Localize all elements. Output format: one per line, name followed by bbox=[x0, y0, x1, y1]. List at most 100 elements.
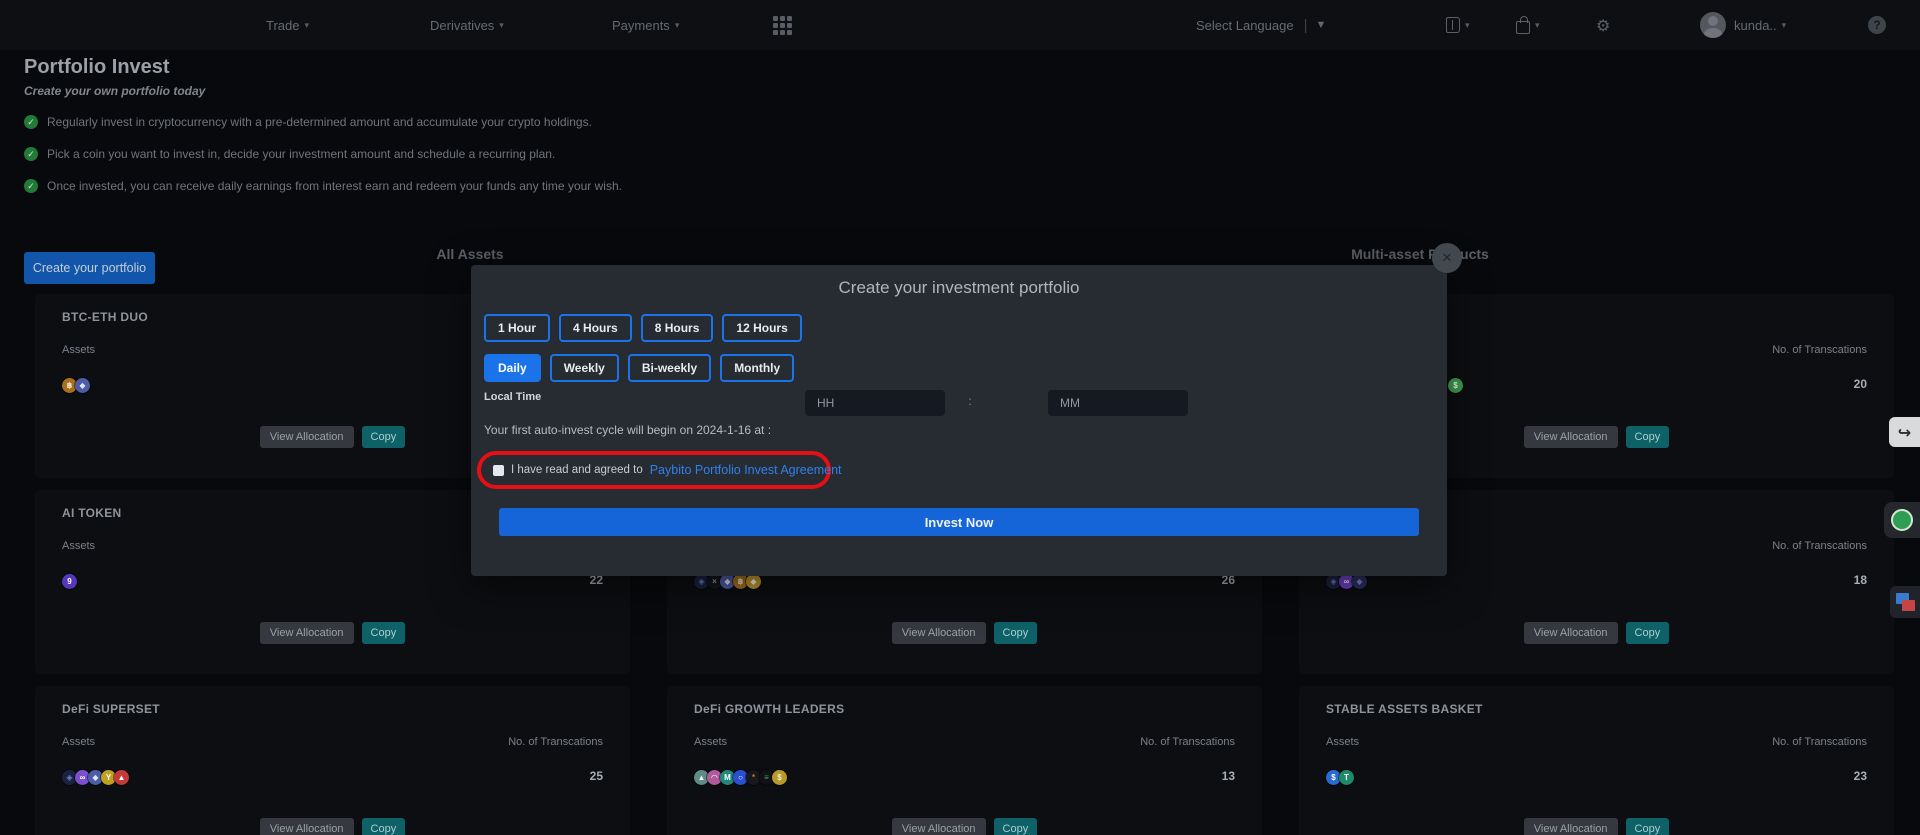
check-circle-icon: ✓ bbox=[24, 179, 38, 193]
asset-coin-row: ◈∞◆ bbox=[1326, 574, 1365, 589]
asset-coin-row: $ bbox=[1448, 378, 1461, 393]
copy-button[interactable]: Copy bbox=[994, 818, 1038, 835]
view-allocation-button[interactable]: View Allocation bbox=[1524, 818, 1618, 835]
copy-button[interactable]: Copy bbox=[362, 622, 406, 644]
bnb-coin-icon: ◆ bbox=[746, 574, 761, 589]
transactions-label: No. of Transcations bbox=[1140, 736, 1235, 748]
agreement-checkbox[interactable] bbox=[493, 465, 504, 476]
frequency-option-weekly[interactable]: Weekly bbox=[550, 354, 619, 382]
assets-label: Assets bbox=[1326, 736, 1359, 748]
card-name: DeFi GROWTH LEADERS bbox=[694, 702, 844, 716]
card-name: BTC-ETH DUO bbox=[62, 310, 148, 324]
grid-apps-icon[interactable] bbox=[773, 0, 792, 50]
copy-button[interactable]: Copy bbox=[362, 426, 406, 448]
user-label: kunda.. bbox=[1734, 18, 1777, 33]
view-allocation-button[interactable]: View Allocation bbox=[1524, 622, 1618, 644]
triangle-down-icon: ▼ bbox=[1316, 19, 1327, 31]
portfolio-card: STABLE ASSETS BASKET Assets No. of Transca… bbox=[1299, 686, 1894, 835]
copy-button[interactable]: Copy bbox=[1626, 426, 1670, 448]
transactions-value: 20 bbox=[1854, 377, 1867, 391]
language-selector[interactable]: Select Language|▼ bbox=[1196, 0, 1326, 50]
close-icon[interactable]: ✕ bbox=[1432, 243, 1462, 273]
frequency-option-monthly[interactable]: Monthly bbox=[720, 354, 794, 382]
portfolio-card: DeFi SUPERSETAssetsNo. of Transcations◈∞… bbox=[35, 686, 630, 835]
agreement-highlight-box: I have read and agreed to Paybito Portfo… bbox=[477, 451, 831, 489]
assets-label: Assets bbox=[694, 736, 727, 748]
minute-input[interactable] bbox=[1048, 390, 1188, 416]
transactions-label: No. of Transcations bbox=[1772, 736, 1867, 748]
eth-coin-icon: ◆ bbox=[75, 378, 90, 393]
time-separator: : bbox=[965, 394, 975, 408]
copy-button[interactable]: Copy bbox=[994, 622, 1038, 644]
transactions-value: 18 bbox=[1854, 573, 1867, 587]
check-circle-icon: ✓ bbox=[24, 115, 38, 129]
asset-coin-row: 9 bbox=[62, 574, 75, 589]
transactions-value: 13 bbox=[1222, 769, 1235, 783]
copy-button[interactable]: Copy bbox=[1626, 622, 1670, 644]
assets-label: Assets bbox=[62, 344, 95, 356]
transactions-value: 23 bbox=[1854, 769, 1867, 783]
frequency-option-daily[interactable]: Daily bbox=[484, 354, 541, 382]
view-allocation-button[interactable]: View Allocation bbox=[260, 818, 354, 835]
copy-button[interactable]: Copy bbox=[1626, 818, 1670, 835]
interval-option-4-hours[interactable]: 4 Hours bbox=[559, 314, 632, 342]
assets-label: Assets bbox=[62, 540, 95, 552]
hour-input[interactable] bbox=[805, 390, 945, 416]
page-subtitle: Create your own portfolio today bbox=[24, 84, 205, 98]
ledger-book-icon[interactable]: ▾ bbox=[1446, 0, 1470, 50]
interval-option-12-hours[interactable]: 12 Hours bbox=[722, 314, 801, 342]
chevron-down-icon: ▾ bbox=[304, 20, 309, 31]
eth-dark-coin-icon: ◆ bbox=[1352, 574, 1367, 589]
cycle-begin-text: Your first auto-invest cycle will begin … bbox=[484, 423, 771, 437]
agreement-text: I have read and agreed to bbox=[511, 464, 643, 476]
agreement-link[interactable]: Paybito Portfolio Invest Agreement bbox=[650, 463, 842, 477]
window-tiles-icon[interactable] bbox=[1890, 586, 1920, 618]
nav-payments[interactable]: Payments▾ bbox=[612, 0, 679, 50]
usdt-coin-icon: T bbox=[1339, 770, 1354, 785]
help-icon[interactable]: ? bbox=[1868, 0, 1886, 50]
nav-derivatives[interactable]: Derivatives▾ bbox=[430, 0, 504, 50]
shopping-bag-icon[interactable]: ▾ bbox=[1516, 0, 1540, 50]
feature-bullet: ✓Regularly invest in cryptocurrency with… bbox=[24, 115, 592, 129]
view-allocation-button[interactable]: View Allocation bbox=[260, 426, 354, 448]
user-menu[interactable]: kunda.. ▾ bbox=[1700, 0, 1786, 50]
view-allocation-button[interactable]: View Allocation bbox=[892, 818, 986, 835]
frequency-option-bi-weekly[interactable]: Bi-weekly bbox=[628, 354, 711, 382]
check-circle-icon: ✓ bbox=[24, 147, 38, 161]
asset-coin-row: ▲◠M○*≡$ bbox=[694, 770, 785, 785]
interval-option-1-hour[interactable]: 1 Hour bbox=[484, 314, 550, 342]
asset-coin-row: ◈×◆฿◆ bbox=[694, 574, 759, 589]
invest-now-button[interactable]: Invest Now bbox=[499, 508, 1419, 536]
create-portfolio-button[interactable]: Create your portfolio bbox=[24, 252, 155, 284]
transactions-label: No. of Transcations bbox=[508, 736, 603, 748]
assets-label: Assets bbox=[62, 736, 95, 748]
interval-option-8-hours[interactable]: 8 Hours bbox=[641, 314, 714, 342]
page-title: Portfolio Invest bbox=[24, 56, 170, 79]
avalanche-coin-icon: ▲ bbox=[114, 770, 129, 785]
top-navbar: Trade▾ Derivatives▾ Payments▾ Select Lan… bbox=[0, 0, 1920, 50]
tab-all-assets[interactable]: All Assets bbox=[400, 246, 540, 262]
feature-bullet: ✓Pick a coin you want to invest in, deci… bbox=[24, 147, 555, 161]
view-allocation-button[interactable]: View Allocation bbox=[892, 622, 986, 644]
gear-icon[interactable]: ⚙ bbox=[1596, 0, 1610, 50]
view-allocation-button[interactable]: View Allocation bbox=[260, 622, 354, 644]
green-dollar-coin-icon: $ bbox=[1448, 378, 1463, 393]
brand-green-icon[interactable] bbox=[1884, 502, 1920, 538]
nav-trade[interactable]: Trade▾ bbox=[266, 0, 309, 50]
portfolio-card: DeFi GROWTH LEADERS Assets No. of Transcat… bbox=[667, 686, 1262, 835]
tab-multi-asset-products[interactable]: Multi-asset Products bbox=[1310, 246, 1530, 262]
card-name: STABLE ASSETS BASKET bbox=[1326, 702, 1483, 716]
chevron-down-icon: ▾ bbox=[1535, 20, 1540, 31]
portfolio-invest-page: Trade▾ Derivatives▾ Payments▾ Select Lan… bbox=[0, 0, 1920, 835]
share-arrow-icon[interactable]: ↪ bbox=[1889, 417, 1920, 447]
asset-coin-row: ◈∞◆Y▲ bbox=[62, 770, 127, 785]
hour-options-row: 1 Hour 4 Hours 8 Hours 12 Hours bbox=[484, 314, 802, 342]
transactions-label: No. of Transcations bbox=[1772, 344, 1867, 356]
modal-title: Create your investment portfolio bbox=[471, 278, 1447, 298]
chevron-down-icon: ▾ bbox=[1782, 20, 1787, 31]
chevron-down-icon: ▾ bbox=[1465, 20, 1470, 31]
user-avatar-icon bbox=[1700, 12, 1726, 38]
chevron-down-icon: ▾ bbox=[675, 20, 680, 31]
copy-button[interactable]: Copy bbox=[362, 818, 406, 835]
view-allocation-button[interactable]: View Allocation bbox=[1524, 426, 1618, 448]
